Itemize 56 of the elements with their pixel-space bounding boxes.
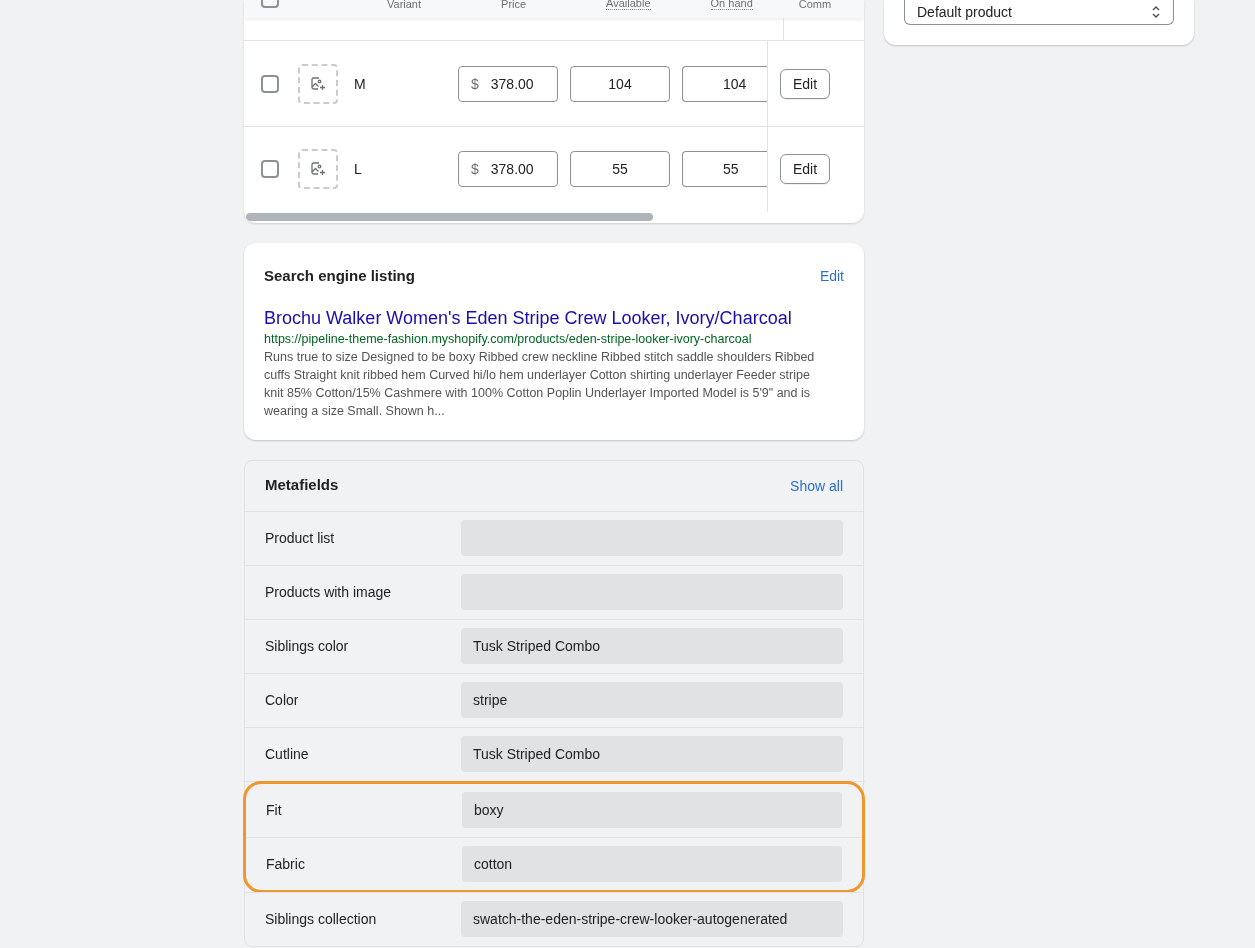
select-all-checkbox[interactable] (261, 0, 279, 8)
column-header: Available (606, 0, 651, 10)
variant-name: L (354, 160, 363, 179)
edit-button[interactable]: Edit (780, 154, 831, 184)
available-field[interactable]: 55 (570, 151, 670, 187)
price-field[interactable]: $ 378.00 (458, 151, 558, 187)
metafield-value-field[interactable]: swatch-the-eden-stripe-crew-looker-autogenerated (461, 901, 843, 937)
template-select[interactable]: Default product (904, 0, 1174, 25)
column-header: Variant (387, 0, 422, 10)
chevron-up-down-icon (1151, 5, 1161, 19)
card-title: Metafields (265, 475, 339, 496)
listing-url: https://pipeline-theme-fashion.myshopify.com/products/eden-stripe-looker-ivory-charcoal (264, 330, 753, 348)
edit-button[interactable]: Edit (780, 68, 831, 99)
edit-link[interactable]: Edit (819, 266, 844, 287)
show-all-link[interactable]: Show all (790, 475, 843, 496)
listing-title: Brochu Walker Women's Eden Stripe Crew Looker, Ivory/Charcoal (264, 306, 793, 330)
price-value: 378.00 (490, 74, 534, 94)
add-image-placeholder[interactable] (298, 149, 338, 189)
metafield-value-field[interactable]: stripe (461, 682, 843, 718)
on-hand-field[interactable]: 55 (682, 151, 767, 187)
listing-description: Runs true to size Designed to be boxy Ribbed crew neckline Ribbed stitch saddle shoulders Ribbed cuffs Straight knit ribbed hem Curved hi/lo hem underlayer Cotton shirting underlayer Feeder stripe knit 85% Cotton/15% Cashmere with 100% Cotton Poplin Underlayer Imported Model is 5'9" and is wearing a size Small. Shown h... (264, 348, 816, 420)
currency-symbol: $ (471, 74, 479, 94)
image-add-icon (310, 75, 326, 92)
currency-symbol: $ (471, 160, 479, 179)
price-field[interactable]: $ 378.00 (458, 65, 558, 102)
metafield-label: Fit (266, 801, 283, 820)
metafield-label: Cutline (265, 745, 310, 764)
available-field[interactable]: 104 (570, 65, 670, 102)
metafield-value: swatch-the-eden-stripe-crew-looker-autogenerated (473, 910, 788, 929)
metafield-value-field[interactable]: cotton (462, 845, 842, 882)
row-checkbox[interactable] (261, 74, 279, 93)
variant-name: M (354, 74, 367, 94)
metafield-value-field[interactable]: boxy (462, 792, 842, 828)
metafield-value: stripe (473, 691, 508, 710)
metafield-label: Products with image (265, 583, 393, 602)
metafield-label: Color (265, 691, 300, 710)
metafield-value-field[interactable]: Tusk Striped Combo (461, 628, 843, 664)
card-title: Search engine listing (264, 266, 415, 286)
on-hand-field[interactable]: 104 (682, 65, 767, 102)
metafield-label: Product list (265, 529, 336, 548)
metafield-value: cotton (474, 854, 513, 874)
column-header: On hand (710, 0, 753, 10)
add-image-placeholder[interactable] (298, 63, 338, 104)
horizontal-scrollbar[interactable] (246, 213, 653, 221)
metafield-value: boxy (474, 801, 504, 820)
metafield-value: Tusk Striped Combo (473, 745, 601, 764)
metafield-label: Siblings color (265, 637, 350, 656)
price-value: 378.00 (490, 160, 534, 179)
metafield-label: Siblings collection (265, 910, 378, 929)
column-header: Price (501, 0, 527, 10)
metafield-label: Fabric (266, 854, 306, 874)
image-add-icon (310, 161, 326, 177)
metafield-value: Tusk Striped Combo (473, 637, 601, 656)
row-checkbox[interactable] (261, 160, 279, 178)
column-header: Comm (798, 0, 832, 10)
metafield-value-field[interactable]: Tusk Striped Combo (461, 736, 843, 772)
